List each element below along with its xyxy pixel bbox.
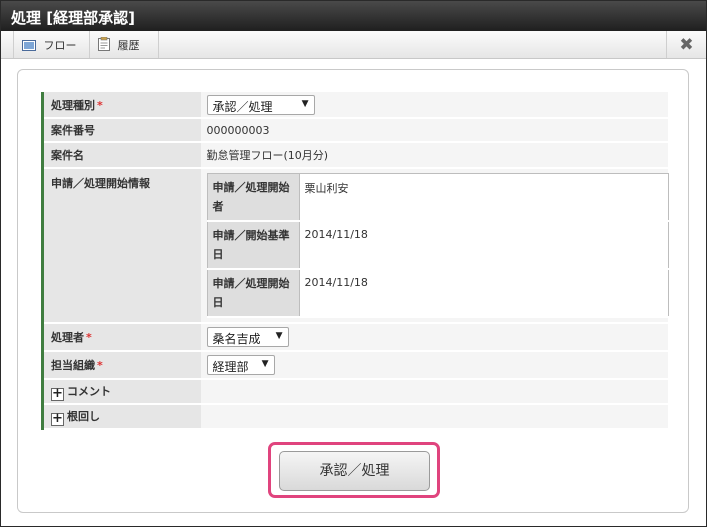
form-table: 処理種別 * 承認／処理 ▼ 案件番号 000000003 案件名 勤怠管理フロー(… <box>41 92 669 430</box>
nemawashi-toggle[interactable]: + 根回し <box>41 404 201 429</box>
request-info-table: 申請／処理開始者 栗山利安 申請／開始基準日 2014/11/18 申請／処理開… <box>206 173 669 318</box>
plus-icon: + <box>51 385 64 401</box>
case-name-label: 案件名 <box>41 142 201 168</box>
request-info-label: 申請／処理開始情報 <box>41 168 201 323</box>
approve-process-button[interactable]: 承認／処理 <box>279 451 430 491</box>
row-comment: + コメント <box>41 379 668 404</box>
toolbar: フロー 履歴 ✖ <box>1 31 706 59</box>
processor-label: 処理者 * <box>41 323 201 351</box>
dropdown-arrow-icon: ▼ <box>261 359 269 369</box>
case-number-label: 案件番号 <box>41 118 201 142</box>
process-type-select[interactable]: 承認／処理 ▼ <box>206 94 315 115</box>
dropdown-arrow-icon: ▼ <box>275 331 283 341</box>
org-select[interactable]: 経理部 ▼ <box>206 355 275 375</box>
org-label: 担当組織 * <box>41 351 201 379</box>
row-case-number: 案件番号 000000003 <box>41 118 668 142</box>
row-case-name: 案件名 勤怠管理フロー(10月分) <box>41 142 668 168</box>
table-row: 申請／処理開始者 栗山利安 <box>206 173 669 222</box>
processor-select[interactable]: 桑名吉成 ▼ <box>206 327 289 347</box>
process-dialog: 処理 [経理部承認] フロー 履歴 ✖ 処理種別 * 承認／処理 ▼ 案件番号 … <box>0 0 707 527</box>
table-row: 申請／開始基準日 2014/11/18 <box>206 220 669 270</box>
close-icon[interactable]: ✖ <box>666 31 706 58</box>
flow-button-label: フロー <box>43 39 77 52</box>
row-request-info: 申請／処理開始情報 申請／処理開始者 栗山利安 申請／開始基準日 2014/11… <box>41 168 669 323</box>
process-type-label: 処理種別 * <box>41 92 201 118</box>
table-row: 申請／処理開始日 2014/11/18 <box>206 268 669 318</box>
comment-toggle[interactable]: + コメント <box>41 379 201 404</box>
dialog-title: 処理 [経理部承認] <box>1 1 706 31</box>
case-number-value: 000000003 <box>200 118 668 142</box>
history-button[interactable]: 履歴 <box>90 31 159 58</box>
flow-button[interactable]: フロー <box>13 31 90 58</box>
row-org: 担当組織 * 経理部 ▼ <box>41 351 668 379</box>
row-process-type: 処理種別 * 承認／処理 ▼ <box>41 92 668 118</box>
row-nemawashi: + 根回し <box>41 404 668 429</box>
flow-icon <box>22 39 44 52</box>
dropdown-arrow-icon: ▼ <box>301 98 309 109</box>
row-processor: 処理者 * 桑名吉成 ▼ <box>41 323 668 351</box>
history-button-label: 履歴 <box>117 39 140 52</box>
clipboard-icon <box>98 36 118 52</box>
case-name-value: 勤怠管理フロー(10月分) <box>200 142 668 168</box>
plus-icon: + <box>51 410 64 426</box>
